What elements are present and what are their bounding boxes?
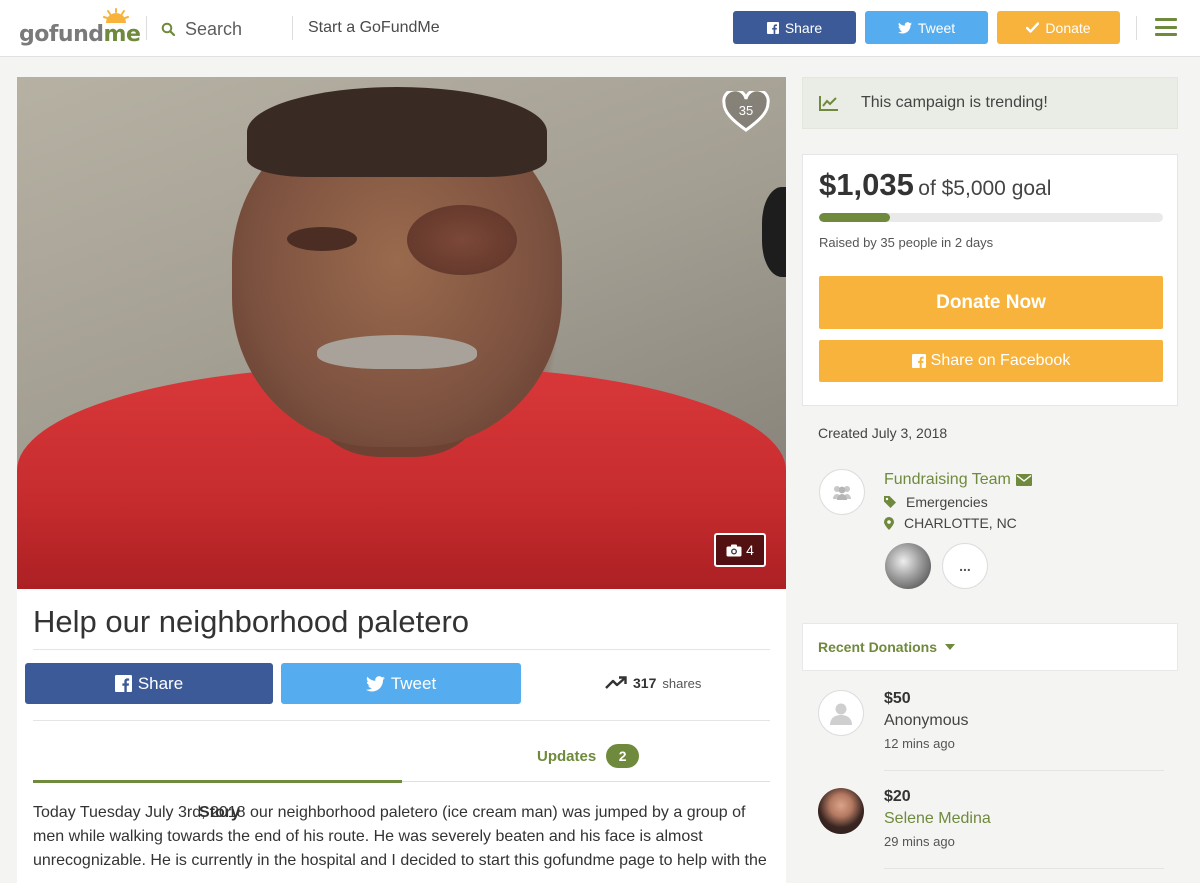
chart-line-icon <box>819 96 838 111</box>
divider <box>146 16 147 40</box>
fundraising-team-link[interactable]: Fundraising Team <box>884 471 1032 489</box>
share-label: Share <box>784 19 823 36</box>
share-count: 317 shares <box>605 669 701 697</box>
divider <box>884 868 1164 869</box>
share-label: Share <box>137 673 184 693</box>
heart-count: 35 <box>738 103 754 118</box>
updates-count-badge: 2 <box>606 744 640 768</box>
tag-icon <box>884 496 896 508</box>
caret-down-icon <box>945 644 956 650</box>
story-text: Today Tuesday July 3rd, 2018 our neighbo… <box>33 801 770 873</box>
raised-by-text: Raised by 35 people in 2 days <box>819 235 994 250</box>
start-gofundme-link[interactable]: Start a GoFundMe <box>308 19 440 37</box>
trending-banner: This campaign is trending! <box>802 77 1178 129</box>
group-icon <box>833 486 851 500</box>
tab-updates[interactable]: Updates 2 <box>537 744 640 768</box>
campaign-title: Help our neighborhood paletero <box>33 604 470 639</box>
facebook-icon <box>766 21 779 34</box>
location-text: CHARLOTTE, NC <box>904 515 1017 531</box>
campaign-photo[interactable]: 35 4 <box>17 77 786 589</box>
photo-count: 4 <box>746 542 754 558</box>
twitter-icon <box>897 21 912 33</box>
more-team-members-button[interactable]: ... <box>942 543 988 589</box>
divider <box>292 16 293 40</box>
donation-amount: $50 <box>884 690 911 707</box>
search-icon <box>161 22 175 36</box>
logo-text: gofundme <box>19 22 141 47</box>
camera-icon <box>726 544 742 556</box>
donate-now-button[interactable]: Donate Now <box>819 276 1163 329</box>
header-share-button[interactable]: Share <box>733 11 856 44</box>
goal-text: of $5,000 goal <box>918 177 1052 200</box>
map-pin-icon <box>884 516 894 530</box>
heart-button[interactable]: 35 <box>722 88 770 133</box>
donor-name: Anonymous <box>884 712 969 729</box>
top-navigation-bar: gofundme Search Start a GoFundMe Share T… <box>0 0 1200 57</box>
donate-label: Donate <box>1045 19 1091 36</box>
envelope-icon[interactable] <box>1015 474 1032 486</box>
anonymous-avatar <box>818 690 864 736</box>
divider <box>1136 16 1137 40</box>
shares-number: 317 <box>633 675 657 691</box>
share-facebook-button[interactable]: Share <box>25 663 273 704</box>
hamburger-menu-icon[interactable] <box>1155 18 1177 36</box>
twitter-icon <box>365 675 385 691</box>
donation-time: 29 mins ago <box>884 834 955 849</box>
header-tweet-button[interactable]: Tweet <box>865 11 988 44</box>
tweet-button[interactable]: Tweet <box>281 663 521 704</box>
search-label: Search <box>185 18 243 39</box>
raised-amount: $1,035 <box>819 167 914 202</box>
team-avatar <box>819 469 865 515</box>
donation-amount: $20 <box>884 788 911 805</box>
check-icon <box>1026 22 1040 33</box>
location-line: CHARLOTTE, NC <box>884 515 1017 531</box>
divider <box>884 770 1164 771</box>
facebook-icon <box>911 354 926 368</box>
raised-summary: $1,035 of $5,000 goal <box>819 167 1051 203</box>
donation-time: 12 mins ago <box>884 736 955 751</box>
shares-label: shares <box>662 675 702 691</box>
campaign-main: 35 4 Help our neighborhood paletero Shar… <box>17 77 786 883</box>
created-date: Created July 3, 2018 <box>818 425 948 441</box>
trending-up-icon <box>605 676 627 689</box>
photo-gallery-button[interactable]: 4 <box>714 533 766 567</box>
recent-donations-dropdown[interactable]: Recent Donations <box>802 623 1178 671</box>
donation-card: $1,035 of $5,000 goal Raised by 35 peopl… <box>802 154 1178 406</box>
category-line: Emergencies <box>884 494 988 510</box>
story-line: men while walking towards the end of his… <box>33 828 703 845</box>
user-icon <box>830 703 852 725</box>
search-button[interactable]: Search <box>161 17 242 41</box>
story-line: unrecognizable. He is currently in the h… <box>33 852 767 869</box>
donation-item: $50 Anonymous 12 mins ago <box>802 690 1178 788</box>
share-on-facebook-label: Share on Facebook <box>930 352 1071 369</box>
divider <box>33 649 770 650</box>
gofundme-logo[interactable]: gofundme <box>19 8 141 48</box>
donor-avatar[interactable] <box>818 788 864 834</box>
team-member-avatar[interactable] <box>885 543 931 589</box>
tweet-label: Tweet <box>917 19 956 36</box>
active-tab-indicator <box>33 780 402 783</box>
trending-text: This campaign is trending! <box>861 94 1048 111</box>
divider <box>33 720 770 721</box>
progress-bar <box>819 213 1163 222</box>
tweet-label: Tweet <box>390 673 437 693</box>
share-on-facebook-button[interactable]: Share on Facebook <box>819 340 1163 382</box>
header-donate-button[interactable]: Donate <box>997 11 1120 44</box>
progress-fill <box>819 213 891 222</box>
donation-item: $20 Selene Medina 29 mins ago <box>802 788 1178 883</box>
donor-name-link[interactable]: Selene Medina <box>884 810 991 828</box>
category-text: Emergencies <box>906 494 988 510</box>
story-line: Today Tuesday July 3rd, 2018 our neighbo… <box>33 804 746 821</box>
facebook-icon <box>114 675 132 692</box>
